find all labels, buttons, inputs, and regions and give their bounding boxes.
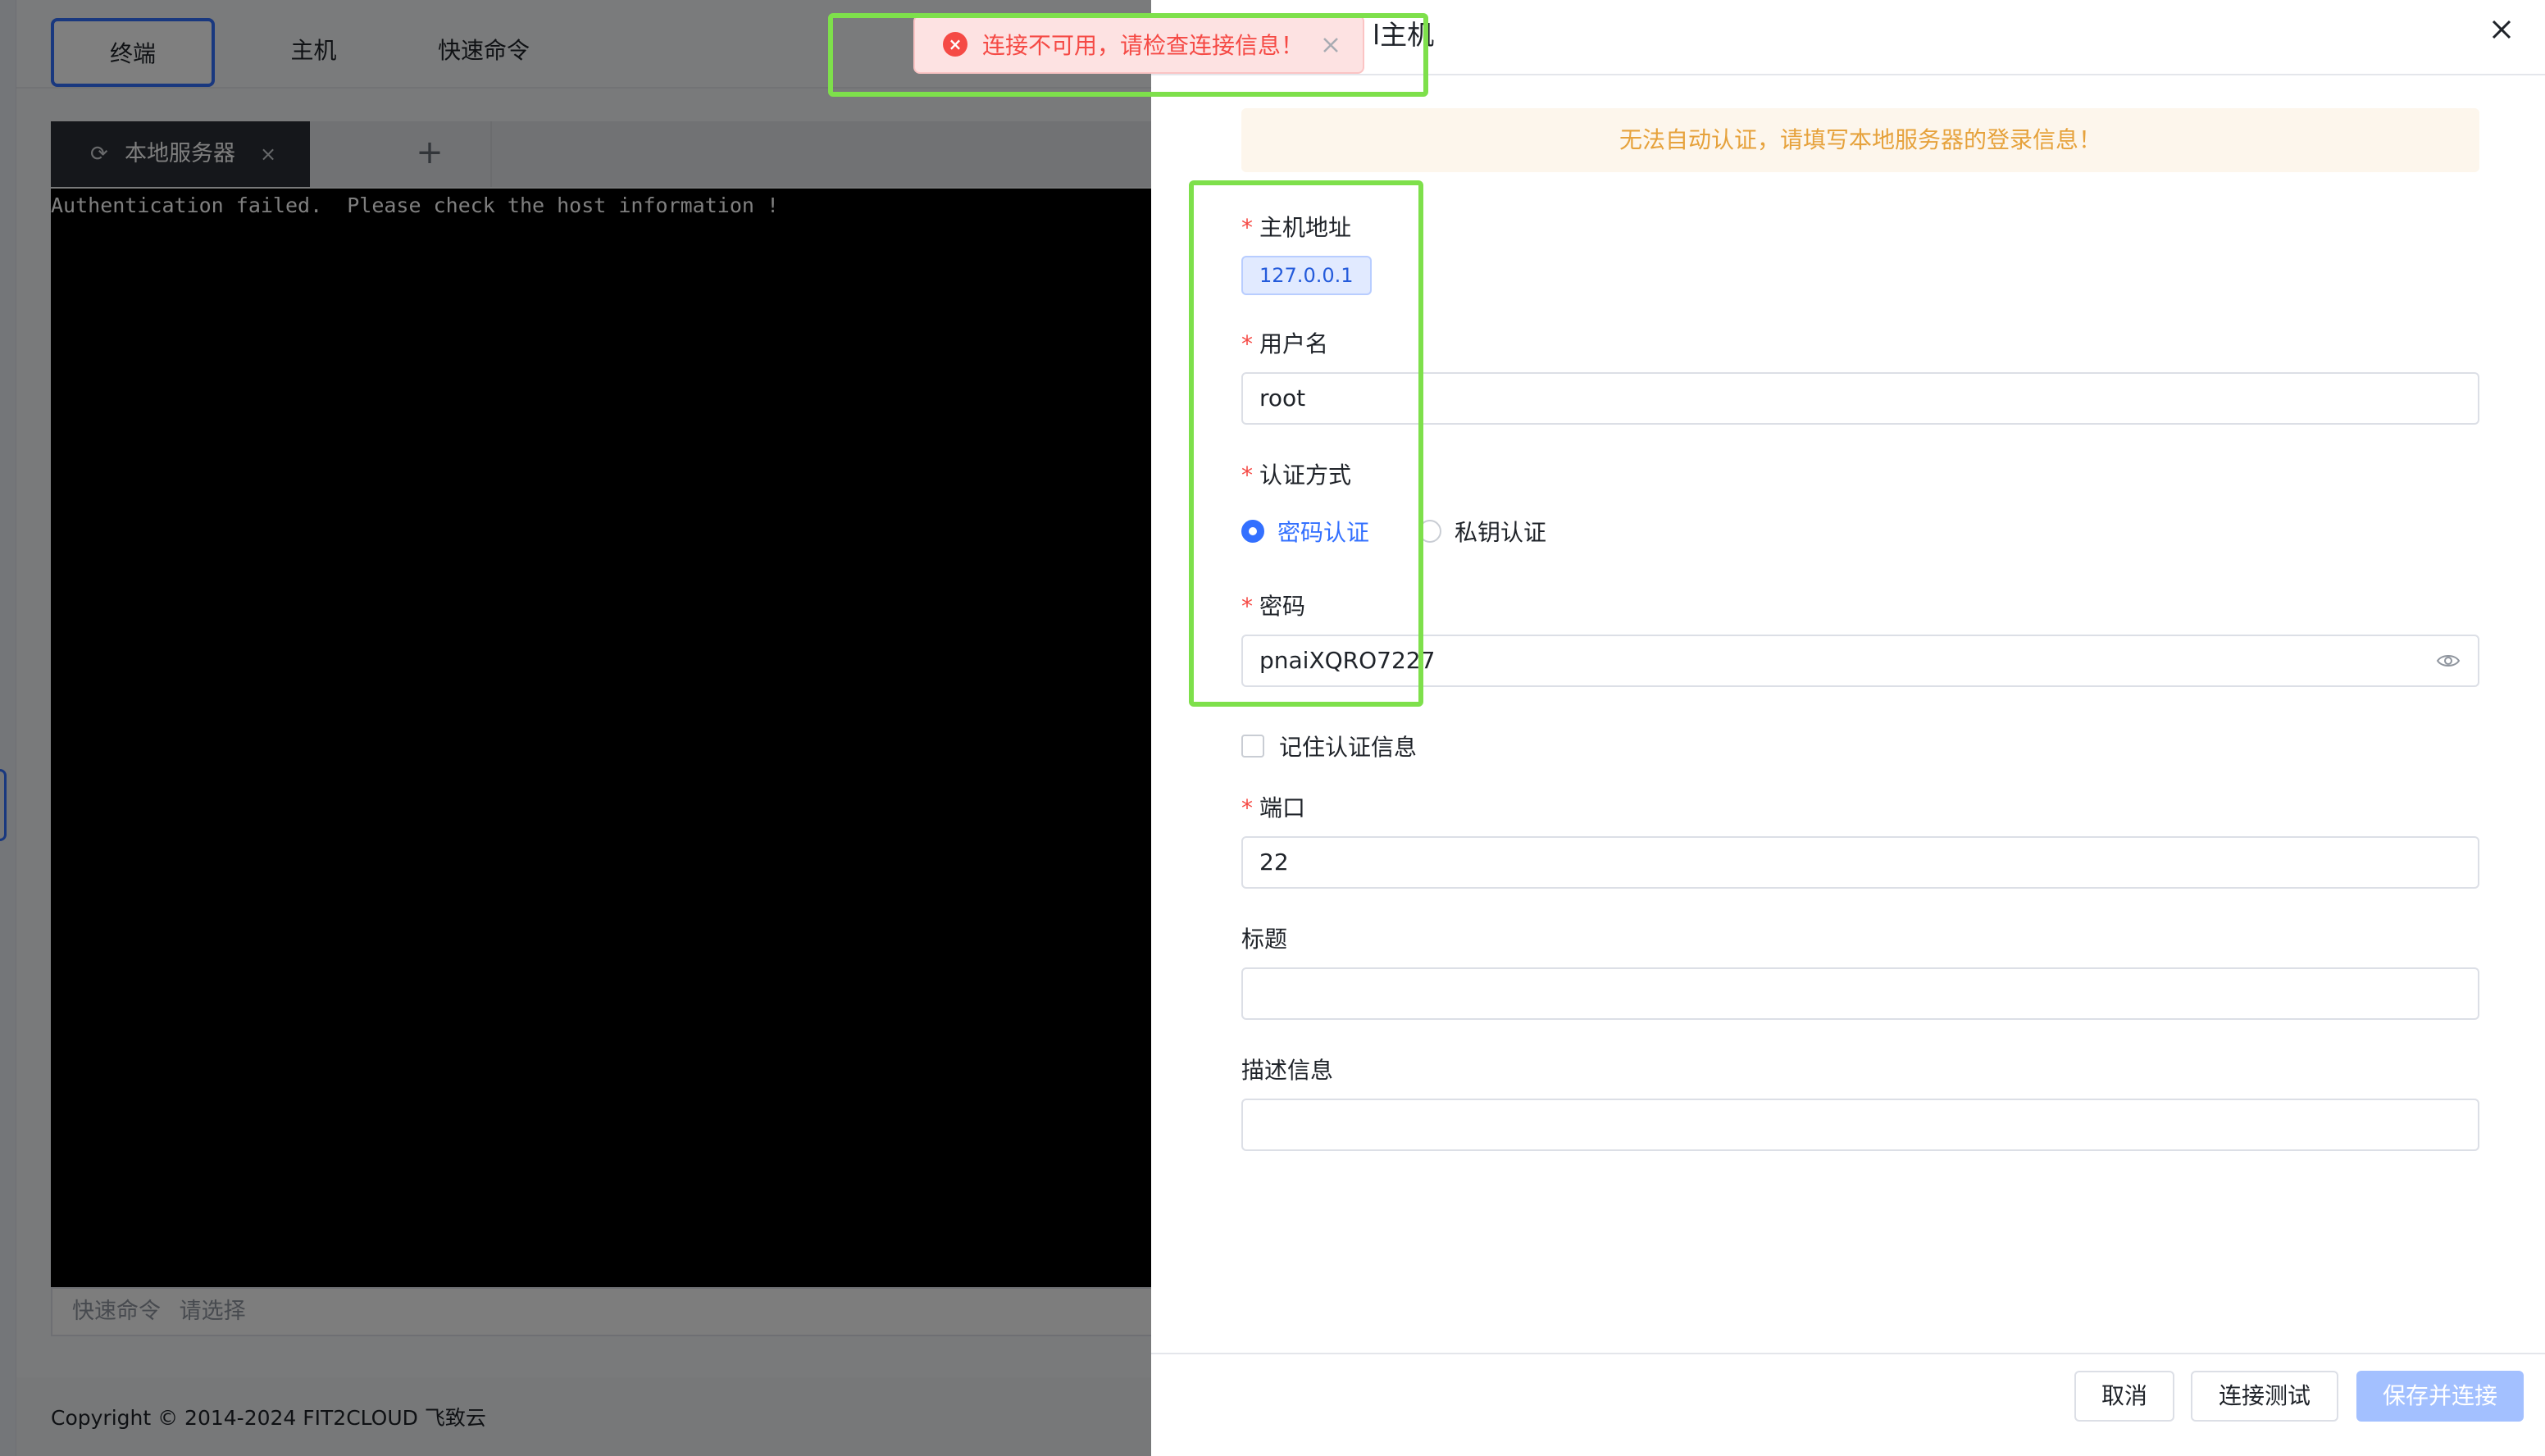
remember-auth-label: 记住认证信息 [1279, 734, 1418, 761]
radio-private-key-auth[interactable]: 私钥认证 [1418, 515, 1546, 548]
save-and-connect-button[interactable]: 保存并连接 [2356, 1371, 2524, 1422]
drawer-footer-divider [1151, 1353, 2545, 1354]
remember-auth-row[interactable]: 记住认证信息 [1241, 730, 1417, 762]
port-label: * 端口 [1241, 794, 1306, 821]
modal-overlay[interactable] [0, 0, 1151, 1456]
description-input[interactable] [1241, 1099, 2479, 1151]
highlight-box-toast [828, 13, 1428, 97]
required-mark: * [1241, 794, 1253, 821]
remember-auth-checkbox[interactable] [1241, 735, 1264, 758]
description-label: 描述信息 [1241, 1057, 1334, 1084]
cancel-button[interactable]: 取消 [2074, 1371, 2174, 1422]
username-input[interactable]: root [1241, 372, 2479, 425]
eye-icon[interactable] [2435, 648, 2461, 674]
test-connection-button[interactable]: 连接测试 [2191, 1371, 2338, 1422]
title-label: 标题 [1241, 926, 1288, 953]
highlight-box-form [1189, 180, 1423, 707]
close-icon[interactable] [2485, 13, 2518, 46]
warning-alert: 无法自动认证，请填写本地服务器的登录信息！ [1241, 108, 2479, 172]
password-input[interactable]: pnaiXQRO7227 [1241, 635, 2479, 687]
port-input[interactable]: 22 [1241, 836, 2479, 889]
title-input[interactable] [1241, 967, 2479, 1020]
